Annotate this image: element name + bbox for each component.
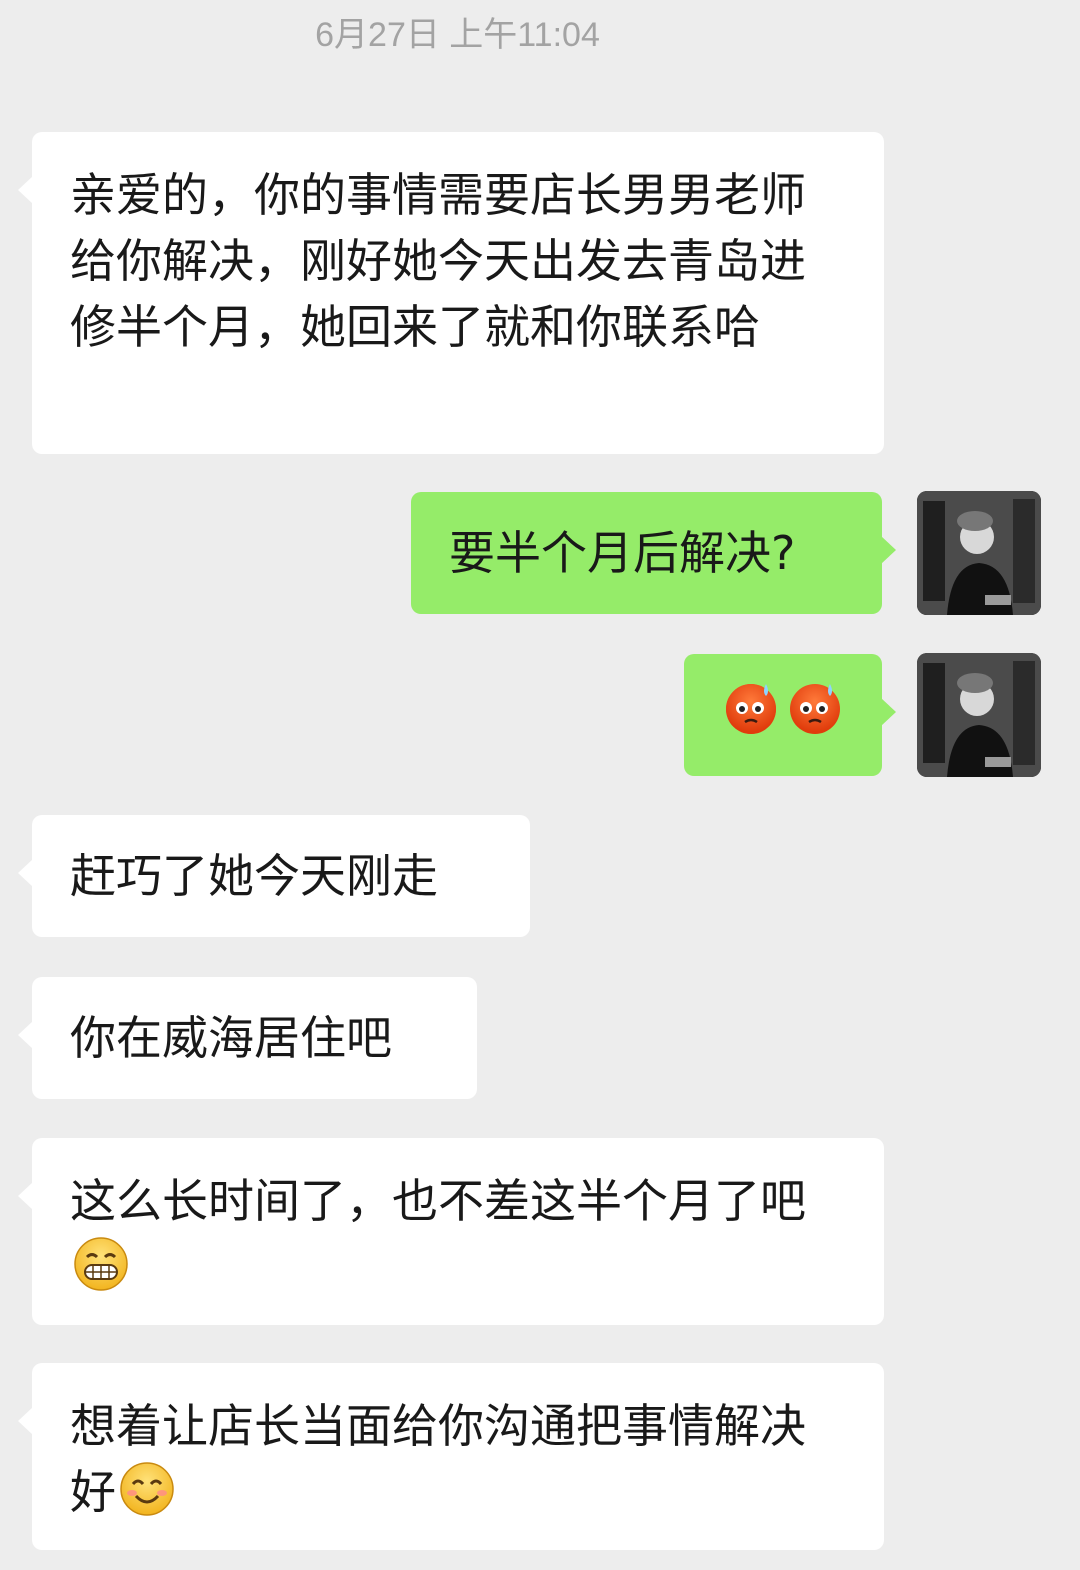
chat-timestamp: 6月27日 上午11:04 bbox=[315, 16, 600, 54]
avatar-photo-icon bbox=[917, 491, 1041, 615]
avatar-photo-icon bbox=[917, 653, 1041, 777]
message-bubble-incoming[interactable]: 亲爱的，你的事情需要店长男男老师给你解决，刚好她今天出发去青岛进修半个月，她回来… bbox=[18, 132, 884, 454]
message-bubble-outgoing[interactable]: 要半个月后解决? bbox=[411, 492, 896, 614]
grin-emoji bbox=[72, 1235, 130, 1293]
message-bubble-incoming[interactable]: 这么长时间了，也不差这半个月了吧 bbox=[18, 1138, 884, 1325]
message-bubble-incoming[interactable]: 想着让店长当面给你沟通把事情解决好 bbox=[18, 1363, 884, 1550]
message-text: 想着让店长当面给你沟通把事情解决好 bbox=[70, 1399, 806, 1519]
message-text: 这么长时间了，也不差这半个月了吧 bbox=[70, 1174, 806, 1228]
user-avatar[interactable] bbox=[917, 491, 1041, 615]
sweat-anxious-emoji bbox=[786, 678, 844, 753]
message-text: 赶巧了她今天刚走 bbox=[70, 849, 438, 903]
sweat-anxious-emoji bbox=[722, 678, 780, 753]
message-text: 你在威海居住吧 bbox=[70, 1011, 392, 1065]
message-text: 要半个月后解决? bbox=[449, 526, 796, 580]
message-bubble-incoming[interactable]: 你在威海居住吧 bbox=[18, 977, 477, 1099]
user-avatar[interactable] bbox=[917, 653, 1041, 777]
message-bubble-outgoing-emoji[interactable] bbox=[684, 654, 896, 776]
message-text: 亲爱的，你的事情需要店长男男老师给你解决，刚好她今天出发去青岛进修半个月，她回来… bbox=[70, 168, 806, 354]
smile-emoji bbox=[118, 1460, 176, 1518]
message-bubble-incoming[interactable]: 赶巧了她今天刚走 bbox=[18, 815, 530, 937]
